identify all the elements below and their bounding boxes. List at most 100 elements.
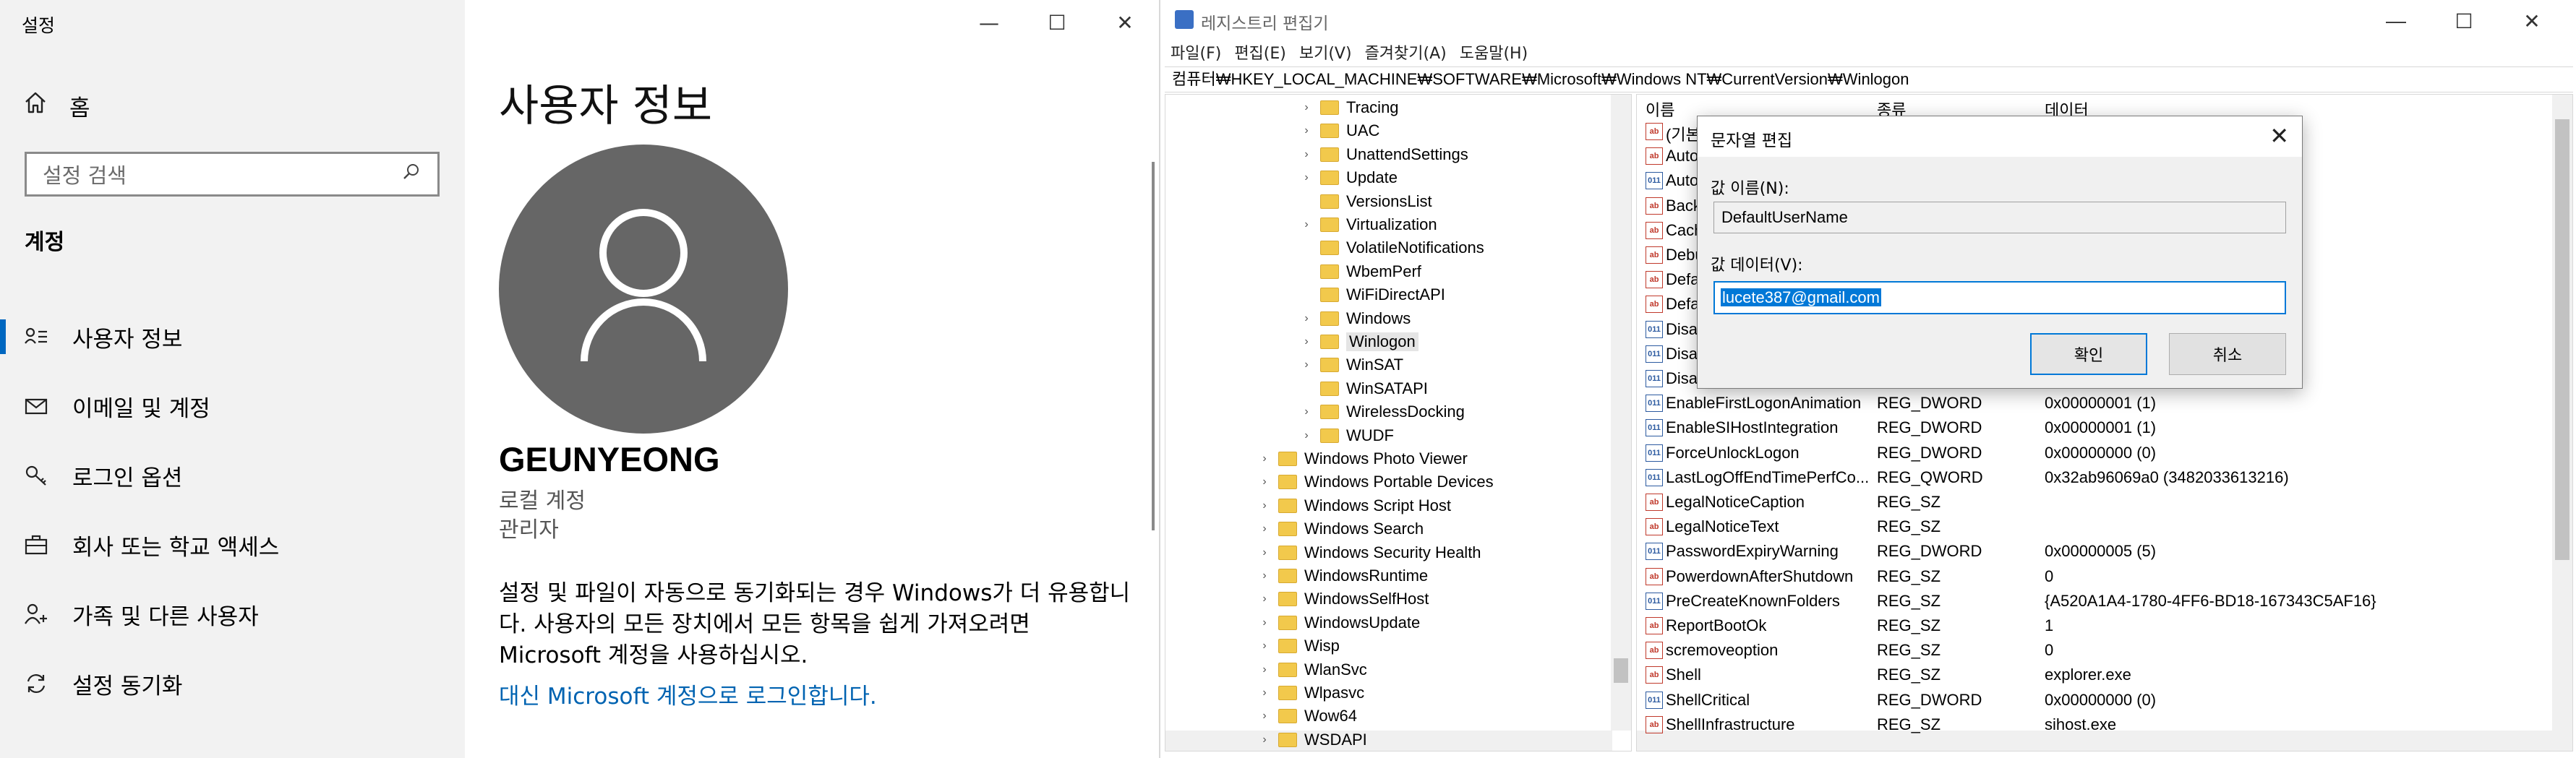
value-row[interactable]: ab Shell REG_SZ explorer.exe	[1637, 663, 2548, 687]
maximize-button[interactable]: ☐	[1023, 0, 1091, 45]
maximize-button[interactable]: ☐	[2430, 0, 2498, 42]
chevron-right-icon[interactable]: ›	[1300, 101, 1313, 114]
chevron-right-icon[interactable]: ›	[1258, 569, 1271, 582]
value-data-input[interactable]: lucete387@gmail.com	[1713, 281, 2286, 314]
value-row[interactable]: 011 ForceUnlockLogon REG_DWORD 0x00000000 (…	[1637, 441, 2548, 465]
column-header-name[interactable]: 이름	[1646, 98, 1674, 121]
value-row[interactable]: 011 EnableFirstLogonAnimation REG_DWORD 0x0…	[1637, 391, 2548, 415]
chevron-right-icon[interactable]: ›	[1258, 616, 1271, 629]
chevron-right-icon[interactable]: ›	[1300, 335, 1313, 348]
tree-node[interactable]: › Windows Search	[1258, 517, 1424, 540]
value-row[interactable]: 011 EnableSIHostIntegration REG_DWORD 0x000…	[1637, 415, 2548, 440]
tree-node[interactable]: › Update	[1300, 166, 1398, 189]
chevron-right-icon[interactable]: ›	[1258, 686, 1271, 699]
chevron-right-icon[interactable]: ›	[1258, 499, 1271, 512]
chevron-right-icon[interactable]: ›	[1258, 452, 1271, 465]
chevron-right-icon[interactable]: ›	[1300, 171, 1313, 184]
dialog-titlebar[interactable]: 문자열 편집 ✕	[1698, 116, 2302, 157]
nav-item-user-info[interactable]: 사용자 정보	[0, 302, 465, 371]
tree-node[interactable]: › WSDAPI	[1258, 728, 1366, 751]
home-nav-item[interactable]: 홈	[23, 88, 90, 123]
chevron-right-icon[interactable]: ›	[1258, 475, 1271, 488]
chevron-right-icon[interactable]: ›	[1300, 405, 1313, 418]
tree-node[interactable]: › Wlpasvc	[1258, 681, 1364, 705]
list-scroll-thumb[interactable]	[2555, 119, 2569, 560]
value-row[interactable]: 011 PasswordExpiryWarning REG_DWORD 0x00000…	[1637, 539, 2548, 564]
avatar[interactable]	[499, 145, 788, 434]
value-row[interactable]: ab ShellInfrastructure REG_SZ sihost.exe	[1637, 712, 2548, 737]
tree-node[interactable]: › WindowsRuntime	[1258, 564, 1428, 587]
tree-node[interactable]: › WirelessDocking	[1300, 400, 1465, 423]
tree-node[interactable]: › Wow64	[1258, 705, 1357, 728]
tree-node[interactable]: › Windows Script Host	[1258, 494, 1451, 517]
tree-node[interactable]: › UAC	[1300, 119, 1379, 142]
nav-item-signin-options[interactable]: 로그인 옵션	[0, 441, 465, 510]
tree-vertical-scrollbar[interactable]	[1611, 95, 1631, 731]
settings-scrollbar[interactable]	[1152, 162, 1155, 530]
tree-node[interactable]: › WindowsUpdate	[1258, 611, 1420, 634]
list-vertical-scrollbar[interactable]	[2552, 95, 2572, 751]
chevron-right-icon[interactable]: ›	[1300, 358, 1313, 371]
tree-node[interactable]: › Windows	[1300, 307, 1411, 330]
chevron-right-icon[interactable]: ›	[1300, 429, 1313, 442]
value-row[interactable]: ab scremoveoption REG_SZ 0	[1637, 638, 2548, 663]
menu-view[interactable]: 보기(V)	[1299, 40, 1352, 64]
chevron-right-icon[interactable]: ›	[1300, 312, 1313, 325]
menu-favorites[interactable]: 즐겨찾기(A)	[1365, 40, 1447, 64]
value-row[interactable]: 011 LastLogOffEndTimePerfCo... REG_QWORD 0x…	[1637, 465, 2548, 490]
value-row[interactable]: ab LegalNoticeText REG_SZ	[1637, 514, 2548, 539]
chevron-right-icon[interactable]: ›	[1258, 710, 1271, 723]
tree-node[interactable]: VolatileNotifications	[1300, 236, 1484, 259]
nav-item-email[interactable]: 이메일 및 계정	[0, 371, 465, 441]
value-row[interactable]: ab PowerdownAfterShutdown REG_SZ 0	[1637, 564, 2548, 589]
ok-button[interactable]: 확인	[2030, 333, 2147, 375]
nav-item-family[interactable]: 가족 및 다른 사용자	[0, 580, 465, 649]
tree-node[interactable]: › WUDF	[1300, 424, 1394, 447]
regedit-titlebar[interactable]: 레지스트리 편집기 — ☐ ✕	[1162, 0, 2576, 42]
tree-scroll-thumb[interactable]	[1614, 658, 1628, 683]
menu-file[interactable]: 파일(F)	[1171, 40, 1221, 64]
microsoft-signin-link[interactable]: 대신 Microsoft 계정으로 로그인합니다.	[499, 678, 877, 710]
tree-node[interactable]: › Winlogon	[1300, 330, 1418, 353]
tree-node[interactable]: WiFiDirectAPI	[1300, 283, 1445, 306]
chevron-right-icon[interactable]: ›	[1258, 593, 1271, 606]
value-row[interactable]: 011 ShellCritical REG_DWORD 0x00000000 (0)	[1637, 688, 2548, 712]
tree-node[interactable]: WinSATAPI	[1300, 377, 1428, 400]
settings-search-input[interactable]: 설정 검색	[25, 152, 440, 197]
nav-item-sync[interactable]: 설정 동기화	[0, 649, 465, 718]
value-row[interactable]: ab LegalNoticeCaption REG_SZ	[1637, 490, 2548, 514]
dialog-close-icon[interactable]: ✕	[2269, 122, 2289, 150]
chevron-right-icon[interactable]: ›	[1258, 546, 1271, 559]
tree-node[interactable]: › Virtualization	[1300, 213, 1437, 236]
close-button[interactable]: ✕	[1091, 0, 1159, 45]
tree-node[interactable]: › Windows Portable Devices	[1258, 470, 1493, 494]
value-row[interactable]: 011 PreCreateKnownFolders REG_SZ {A520A1A4-…	[1637, 589, 2548, 613]
tree-node[interactable]: › Wisp	[1258, 634, 1340, 658]
chevron-right-icon[interactable]: ›	[1258, 639, 1271, 653]
value-row[interactable]: ab ReportBootOk REG_SZ 1	[1637, 613, 2548, 638]
tree-node[interactable]: VersionsList	[1300, 190, 1432, 213]
tree-node[interactable]: WbemPerf	[1300, 260, 1421, 283]
menu-edit[interactable]: 편집(E)	[1234, 40, 1286, 64]
chevron-right-icon[interactable]: ›	[1300, 124, 1313, 137]
search-icon[interactable]	[401, 162, 422, 187]
chevron-right-icon[interactable]: ›	[1258, 663, 1271, 676]
chevron-right-icon[interactable]: ›	[1258, 733, 1271, 746]
nav-item-work-school[interactable]: 회사 또는 학교 액세스	[0, 510, 465, 580]
tree-node[interactable]: › Windows Photo Viewer	[1258, 447, 1467, 470]
chevron-right-icon[interactable]: ›	[1258, 522, 1271, 535]
tree-node[interactable]: › Windows Security Health	[1258, 541, 1481, 564]
close-button[interactable]: ✕	[2498, 0, 2566, 42]
tree-node[interactable]: › Tracing	[1300, 96, 1398, 119]
minimize-button[interactable]: —	[2362, 0, 2430, 42]
tree-node[interactable]: › WindowsSelfHost	[1258, 587, 1429, 611]
cancel-button[interactable]: 취소	[2169, 333, 2286, 375]
tree-node[interactable]: › UnattendSettings	[1300, 143, 1468, 166]
tree-node[interactable]: › WlanSvc	[1258, 658, 1366, 681]
tree-node[interactable]: › WinSAT	[1300, 353, 1403, 376]
address-bar[interactable]: 컴퓨터₩HKEY_LOCAL_MACHINE₩SOFTWARE₩Microsof…	[1165, 66, 2573, 92]
tree-horizontal-scrollbar[interactable]	[1165, 731, 1612, 751]
minimize-button[interactable]: —	[955, 0, 1023, 45]
menu-help[interactable]: 도움말(H)	[1460, 40, 1528, 64]
chevron-right-icon[interactable]: ›	[1300, 148, 1313, 161]
